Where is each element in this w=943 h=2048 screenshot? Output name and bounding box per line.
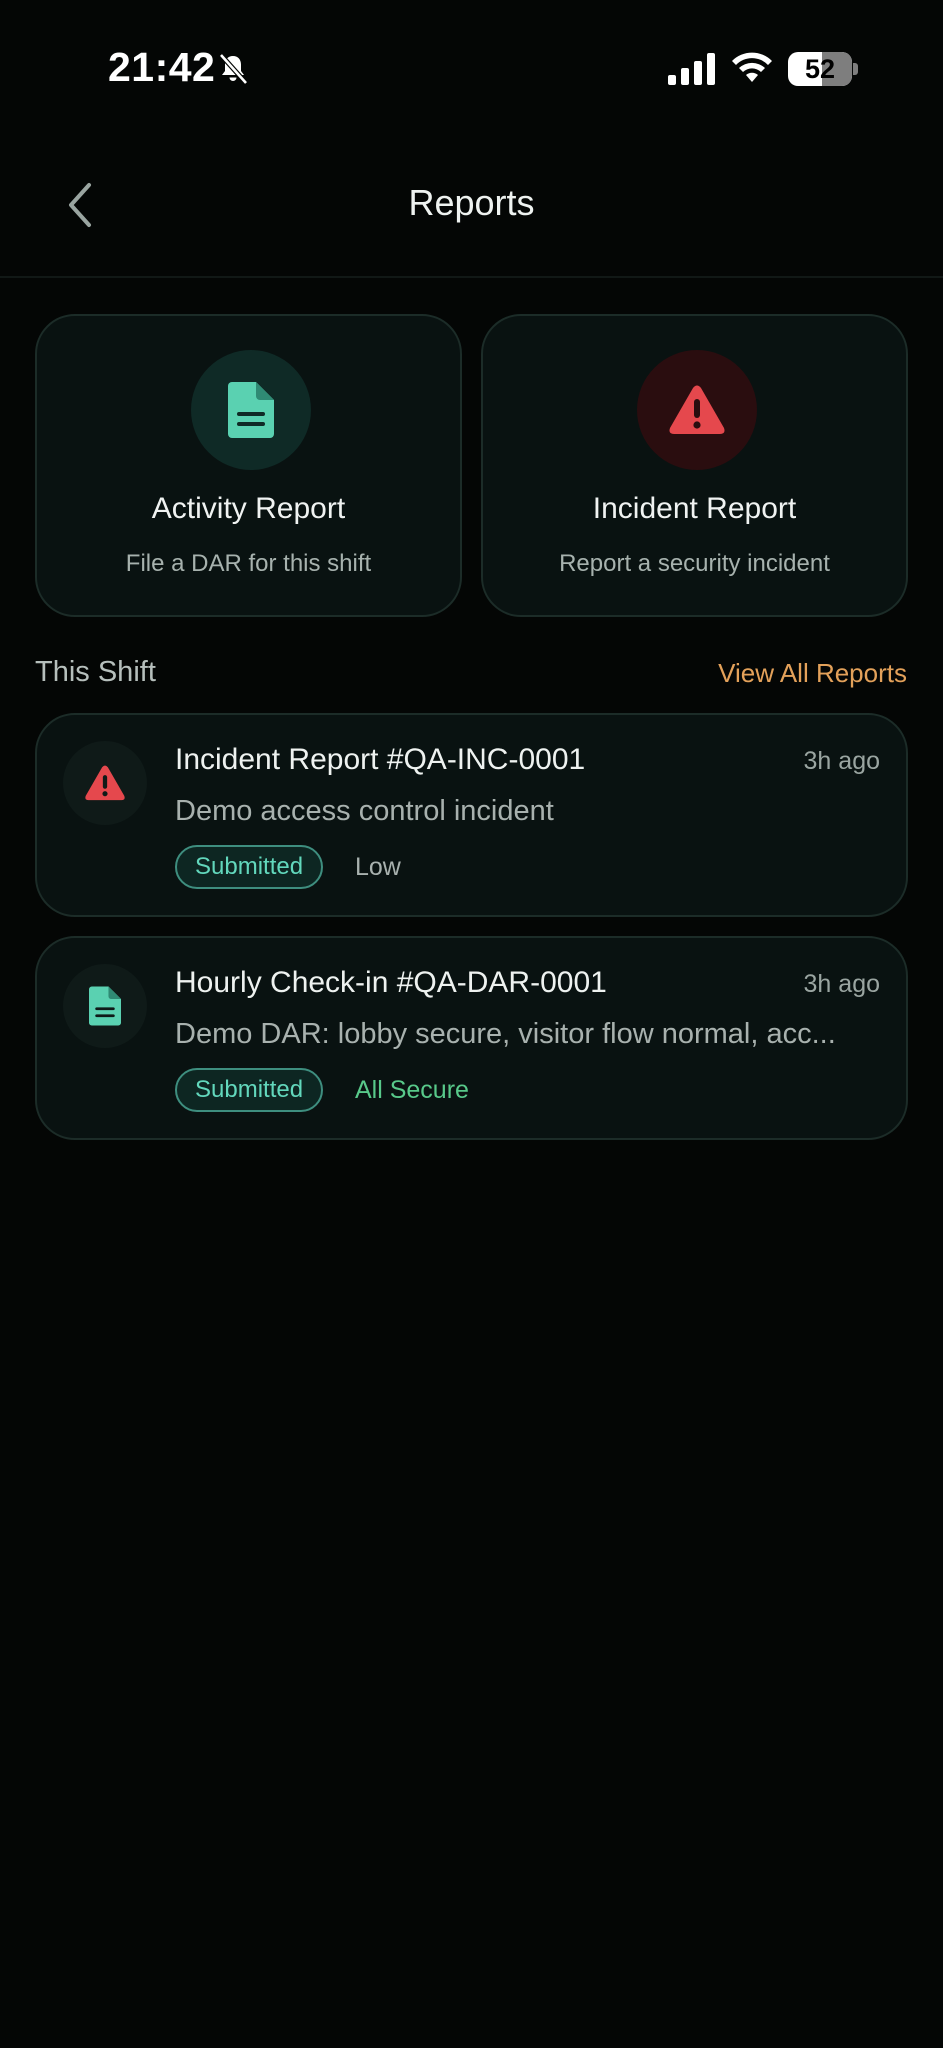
nav-header: Reports [0,130,943,278]
incident-report-subtitle: Report a security incident [559,550,830,577]
report-icon-bg [63,964,147,1048]
report-list-item[interactable]: Incident Report #QA-INC-0001 3h ago Demo… [35,713,908,917]
incident-report-title: Incident Report [592,492,797,525]
activity-report-icon-bg [191,350,311,470]
activity-report-card[interactable]: Activity Report File a DAR for this shif… [35,314,462,617]
page-title: Reports [408,182,535,223]
battery-cap [853,63,858,75]
report-title: Hourly Check-in #QA-DAR-0001 [175,966,607,999]
warning-icon [85,765,125,801]
report-time: 3h ago [803,970,880,998]
status-badge: Submitted [175,1068,324,1112]
report-description: Demo access control incident [175,795,554,827]
status-bar: 21:42 52 [0,0,943,130]
incident-report-icon-bg [637,350,757,470]
report-title: Incident Report #QA-INC-0001 [175,743,586,776]
chevron-left-icon [69,183,91,227]
battery-level: 52 [804,54,836,84]
activity-report-subtitle: File a DAR for this shift [125,550,372,577]
report-time: 3h ago [803,747,880,775]
view-all-reports-link[interactable]: View All Reports [718,658,907,689]
battery-icon: 52 [788,52,852,86]
incident-report-card[interactable]: Incident Report Report a security incide… [481,314,908,617]
section-title: This Shift [35,656,156,688]
status-time: 21:42 [108,44,216,90]
document-icon [228,382,274,438]
back-button[interactable] [50,170,110,240]
status-badge: Submitted [175,845,324,889]
document-icon [89,986,121,1026]
warning-icon [669,385,725,434]
wifi-icon [732,52,772,82]
signal-icon [668,53,715,85]
report-icon-bg [63,741,147,825]
severity-label: Low [355,853,401,881]
severity-label: All Secure [355,1076,469,1104]
report-description: Demo DAR: lobby secure, visitor flow nor… [175,1018,836,1050]
activity-report-title: Activity Report [151,492,346,525]
report-list-item[interactable]: Hourly Check-in #QA-DAR-0001 3h ago Demo… [35,936,908,1140]
bell-slash-icon [219,53,248,85]
